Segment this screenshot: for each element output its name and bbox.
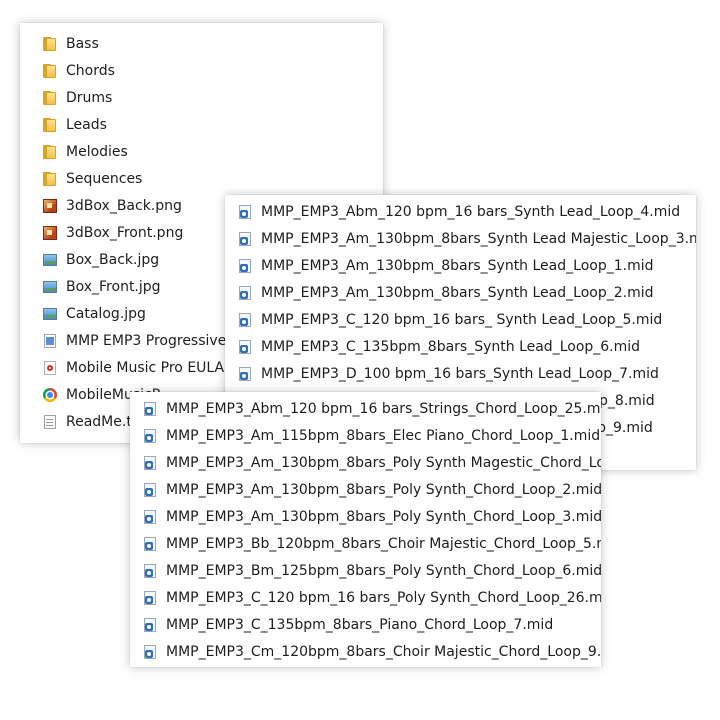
file-name: MMP_EMP3_Am_130bpm_8bars_Poly Synth Mage… bbox=[166, 454, 601, 471]
file-name: MMP_EMP3_Abm_120 bpm_16 bars_Synth Lead_… bbox=[261, 203, 681, 220]
file-name: MMP_EMP3_Am_130bpm_8bars_Poly Synth_Chor… bbox=[166, 481, 601, 498]
file-name: MMP_EMP3_Am_130bpm_8bars_Synth Lead_Loop… bbox=[261, 284, 654, 301]
midi-file-icon bbox=[142, 482, 158, 498]
file-name: Bass bbox=[66, 35, 99, 52]
midi-file-icon bbox=[237, 258, 253, 274]
file-name: MMP_EMP3_Am_130bpm_8bars_Synth Lead Maje… bbox=[261, 230, 696, 247]
file-name: MMP_EMP3_C_120 bpm_16 bars_Poly Synth_Ch… bbox=[166, 589, 601, 606]
file-list-item[interactable]: Leads bbox=[20, 111, 383, 138]
midi-file-icon bbox=[142, 455, 158, 471]
file-name: MMP_EMP3_Cm_120bpm_8bars_Choir Majestic_… bbox=[166, 643, 601, 660]
file-list-item[interactable]: Sequences bbox=[20, 165, 383, 192]
file-name: MMP_EMP3_Am_130bpm_8bars_Poly Synth_Chor… bbox=[166, 508, 601, 525]
file-list-item[interactable]: MMP_EMP3_Bb_120bpm_8bars_Choir Majestic_… bbox=[130, 530, 601, 557]
folder-icon bbox=[42, 144, 58, 160]
file-name: Sequences bbox=[66, 170, 143, 187]
folder-icon bbox=[42, 171, 58, 187]
file-name: Mobile Music Pro EULA. bbox=[66, 359, 229, 376]
file-name: MMP_EMP3_Bm_125bpm_8bars_Poly Synth_Chor… bbox=[166, 562, 601, 579]
file-name: MMP_EMP3_Am_115bpm_8bars_Elec Piano_Chor… bbox=[166, 427, 601, 444]
file-list-item[interactable]: Chords bbox=[20, 57, 383, 84]
pdf-icon bbox=[42, 360, 58, 376]
midi-file-icon bbox=[142, 428, 158, 444]
midi-file-icon bbox=[237, 312, 253, 328]
midi-file-icon bbox=[142, 536, 158, 552]
file-list-item[interactable]: MMP_EMP3_Am_130bpm_8bars_Poly Synth_Chor… bbox=[130, 503, 601, 530]
midi-file-icon bbox=[142, 617, 158, 633]
file-name: Leads bbox=[66, 116, 107, 133]
file-list-item[interactable]: MMP_EMP3_Cm_120bpm_8bars_Choir Majestic_… bbox=[130, 638, 601, 665]
file-list-item[interactable]: MMP_EMP3_Am_130bpm_8bars_Poly Synth Mage… bbox=[130, 449, 601, 476]
file-list-item[interactable]: MMP_EMP3_Am_130bpm_8bars_Poly Synth_Chor… bbox=[130, 476, 601, 503]
file-list-item[interactable]: MMP_EMP3_D_100 bpm_16 bars_Synth Lead_Lo… bbox=[225, 360, 696, 387]
file-list-item[interactable]: MMP_EMP3_C_135bpm_8bars_Piano_Chord_Loop… bbox=[130, 611, 601, 638]
folder-icon bbox=[42, 63, 58, 79]
file-name: Melodies bbox=[66, 143, 128, 160]
chords-file-panel: MMP_EMP3_Abm_120 bpm_16 bars_Strings_Cho… bbox=[130, 392, 601, 667]
file-list-item[interactable]: Melodies bbox=[20, 138, 383, 165]
application-icon bbox=[42, 333, 58, 349]
midi-file-icon bbox=[237, 204, 253, 220]
file-name: MMP_EMP3_Bb_120bpm_8bars_Choir Majestic_… bbox=[166, 535, 601, 552]
file-name: Chords bbox=[66, 62, 115, 79]
file-name: MMP EMP3 Progressive bbox=[66, 332, 227, 349]
file-name: 3dBox_Front.png bbox=[66, 224, 184, 241]
file-list-item[interactable]: MMP_EMP3_Am_130bpm_8bars_Synth Lead Maje… bbox=[225, 225, 696, 252]
midi-file-icon bbox=[237, 231, 253, 247]
midi-file-icon bbox=[142, 644, 158, 660]
file-name: MMP_EMP3_Abm_120 bpm_16 bars_Strings_Cho… bbox=[166, 400, 601, 417]
midi-file-icon bbox=[142, 563, 158, 579]
jpg-image-icon bbox=[42, 252, 58, 268]
file-list-item[interactable]: MMP_EMP3_Am_130bpm_8bars_Synth Lead_Loop… bbox=[225, 279, 696, 306]
midi-file-icon bbox=[237, 339, 253, 355]
file-list-item[interactable]: MMP_EMP3_Abm_120 bpm_16 bars_Synth Lead_… bbox=[225, 198, 696, 225]
text-file-icon bbox=[42, 414, 58, 430]
midi-file-icon bbox=[142, 590, 158, 606]
chrome-icon bbox=[42, 387, 58, 403]
file-name: Box_Front.jpg bbox=[66, 278, 161, 295]
file-list-item[interactable]: MMP_EMP3_C_120 bpm_16 bars_ Synth Lead_L… bbox=[225, 306, 696, 333]
file-list-item[interactable]: MMP_EMP3_Bm_125bpm_8bars_Poly Synth_Chor… bbox=[130, 557, 601, 584]
file-list-item[interactable]: MMP_EMP3_C_120 bpm_16 bars_Poly Synth_Ch… bbox=[130, 584, 601, 611]
file-list-item[interactable]: Bass bbox=[20, 30, 383, 57]
file-name: MMP_EMP3_C_135bpm_8bars_Piano_Chord_Loop… bbox=[166, 616, 554, 633]
png-image-icon bbox=[42, 198, 58, 214]
file-name: MMP_EMP3_D_100 bpm_16 bars_Synth Lead_Lo… bbox=[261, 365, 659, 382]
file-name: Drums bbox=[66, 89, 113, 106]
file-name: MMP_EMP3_C_135bpm_8bars_Synth Lead_Loop_… bbox=[261, 338, 641, 355]
midi-file-icon bbox=[237, 366, 253, 382]
midi-file-icon bbox=[142, 401, 158, 417]
folder-icon bbox=[42, 36, 58, 52]
file-list-item[interactable]: MMP_EMP3_Am_115bpm_8bars_Elec Piano_Chor… bbox=[130, 422, 601, 449]
midi-file-icon bbox=[237, 285, 253, 301]
file-name: Box_Back.jpg bbox=[66, 251, 160, 268]
file-list: MMP_EMP3_Abm_120 bpm_16 bars_Strings_Cho… bbox=[130, 395, 601, 665]
file-name: MMP_EMP3_C_120 bpm_16 bars_ Synth Lead_L… bbox=[261, 311, 663, 328]
file-name: MMP_EMP3_Am_130bpm_8bars_Synth Lead_Loop… bbox=[261, 257, 654, 274]
png-image-icon bbox=[42, 225, 58, 241]
jpg-image-icon bbox=[42, 306, 58, 322]
file-name: ReadMe.t bbox=[66, 413, 132, 430]
midi-file-icon bbox=[142, 509, 158, 525]
file-name: Catalog.jpg bbox=[66, 305, 146, 322]
file-list-item[interactable]: Drums bbox=[20, 84, 383, 111]
file-name: 3dBox_Back.png bbox=[66, 197, 182, 214]
file-list-item[interactable]: MMP_EMP3_C_135bpm_8bars_Synth Lead_Loop_… bbox=[225, 333, 696, 360]
folder-icon bbox=[42, 117, 58, 133]
folder-icon bbox=[42, 90, 58, 106]
jpg-image-icon bbox=[42, 279, 58, 295]
file-list-item[interactable]: MMP_EMP3_Am_130bpm_8bars_Synth Lead_Loop… bbox=[225, 252, 696, 279]
file-list-item[interactable]: MMP_EMP3_Abm_120 bpm_16 bars_Strings_Cho… bbox=[130, 395, 601, 422]
